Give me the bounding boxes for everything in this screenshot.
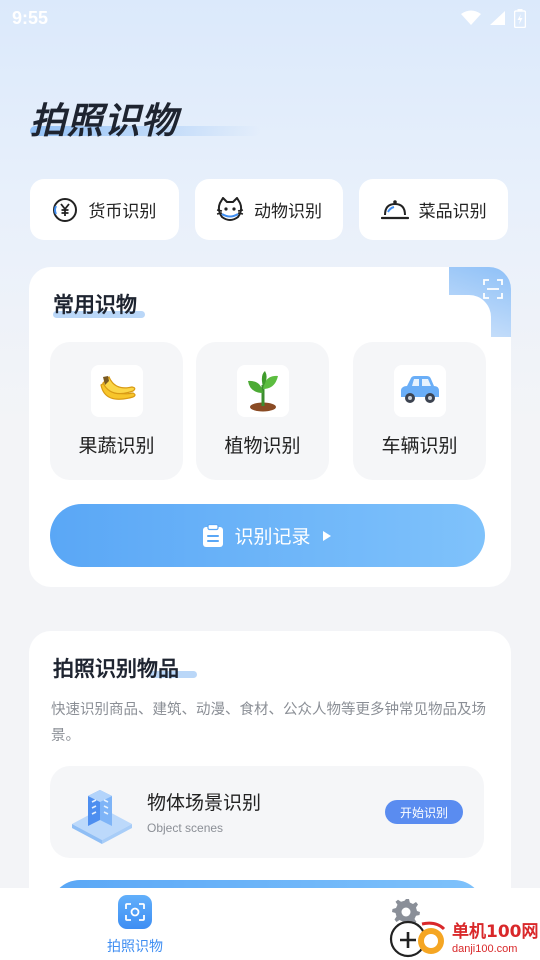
object-scene-item[interactable]: 物体场景识别 Object scenes 开始识别 [50,766,484,858]
animal-recognition-button[interactable]: 动物识别 [194,179,344,240]
currency-recognition-button[interactable]: 货币识别 [30,179,179,240]
car-icon [400,376,439,403]
watermark-logo: 单机100网 danji100.com [388,918,540,960]
camera-scan-icon [118,895,152,929]
vehicle-label: 车辆识别 [381,435,458,457]
banana-icon [99,375,136,400]
play-arrow-icon [322,530,331,541]
watermark-en: danji100.com [452,943,518,955]
animal-recognition-label: 动物识别 [254,202,322,222]
object-scene-icon [72,790,132,844]
status-icons [461,8,526,28]
scan-frame-icon[interactable] [483,279,503,299]
photo-section-title: 拍照识别物品 [53,657,179,681]
recognition-record-button[interactable]: 识别记录 [50,504,485,567]
fruit-veg-label: 果蔬识别 [78,435,155,457]
tab-photo-recognition[interactable]: 拍照识物 [100,892,170,956]
danji-logo-icon [389,920,446,958]
tile-icon-box [236,365,289,417]
page-title: 拍照识物 [30,101,179,142]
plant-label: 植物识别 [224,435,301,457]
object-scene-subtitle: Object scenes [147,821,224,835]
object-scene-title: 物体场景识别 [147,792,262,814]
tile-icon-box [393,365,446,417]
photo-description: 快速识别商品、建筑、动漫、食材、公众人物等更多钟常见物品及场景。 [51,702,486,744]
common-section-title: 常用识物 [53,293,137,317]
photo-recognition-card: 拍照识别物品 快速识别商品、建筑、动漫、食材、公众人物等更多钟常见物品及场景。 … [29,631,511,931]
wifi-icon [461,10,481,25]
currency-recognition-label: 货币识别 [88,202,157,222]
tile-icon-box [90,365,143,417]
plant-recognition-tile[interactable]: 植物识别 [196,342,329,480]
status-bar: 9:55 [0,0,540,36]
quick-actions: 货币识别 动物识别 菜品识别 [30,179,509,240]
common-recognition-card: 常用识物 果蔬识别 植物识别 车辆识别 识别记录 [29,267,511,587]
dish-cloche-icon [380,199,409,219]
watermark-text: 单机100网 danji100.com [452,922,539,956]
fruit-veg-recognition-tile[interactable]: 果蔬识别 [50,342,183,480]
record-label: 识别记录 [234,526,311,548]
sprout-icon [247,371,278,412]
cat-icon [216,196,244,221]
vehicle-recognition-tile[interactable]: 车辆识别 [353,342,486,480]
battery-icon [514,8,526,28]
dish-recognition-label: 菜品识别 [418,202,487,222]
status-time: 9:55 [12,7,49,28]
start-recognition-button[interactable]: 开始识别 [385,800,463,824]
currency-icon [53,197,78,222]
corner-decoration [447,267,511,339]
cellular-signal-icon [490,11,505,25]
clipboard-icon [203,523,224,547]
watermark-cn: 单机100网 [452,922,539,942]
tab-photo-recognition-label: 拍照识物 [107,939,163,955]
dish-recognition-button[interactable]: 菜品识别 [359,179,509,240]
